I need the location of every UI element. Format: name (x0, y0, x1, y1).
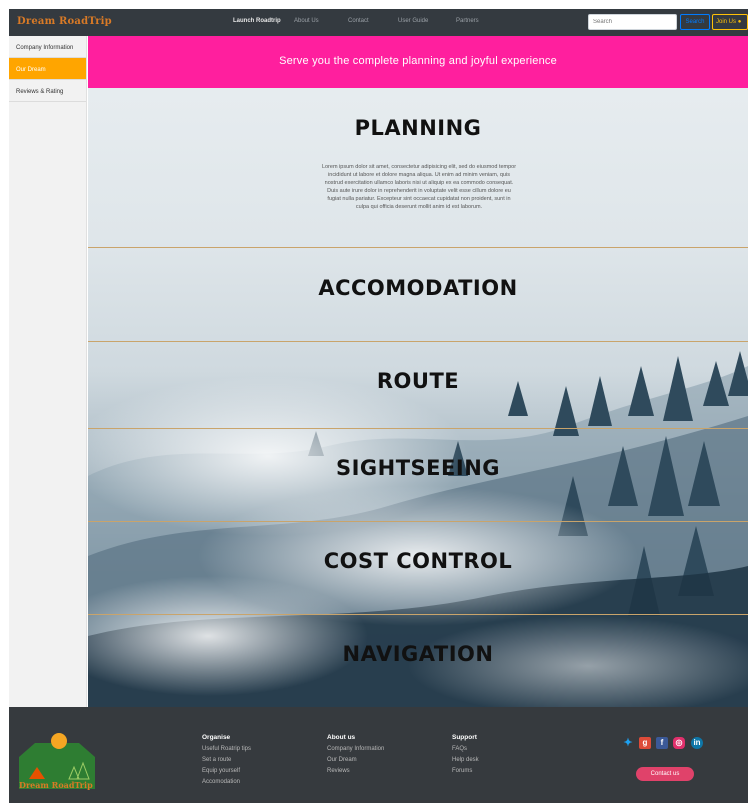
sidebar: Company Information Our Dream Reviews & … (9, 36, 87, 707)
linkedin-icon[interactable]: in (691, 737, 703, 749)
section-title-navigation: NAVIGATION (342, 642, 494, 666)
nav-link-user-guide[interactable]: User Guide (398, 18, 428, 24)
google-plus-icon[interactable]: g (639, 737, 651, 749)
section-title-accomodation: ACCOMODATION (318, 276, 518, 300)
section-title-planning: PLANNING (354, 116, 482, 140)
section-accomodation: ACCOMODATION (88, 247, 748, 341)
footer-link[interactable]: FAQs (452, 746, 467, 752)
footer-link[interactable]: Our Dream (327, 757, 357, 763)
section-planning: PLANNING Lorem ipsum dolor sit amet, con… (88, 88, 748, 247)
user-icon: ● (737, 19, 742, 25)
footer-link[interactable]: Set a route (202, 757, 231, 763)
section-title-cost-control: COST CONTROL (323, 549, 513, 573)
nav-link-launch-roadtrip[interactable]: Launch Roadtrip (233, 18, 281, 24)
contact-us-button[interactable]: Contact us (636, 767, 694, 781)
nav-link-partners[interactable]: Partners (456, 18, 479, 24)
sidebar-item-our-dream[interactable]: Our Dream (9, 58, 86, 80)
brand-logo[interactable]: Dream RoadTrip (17, 16, 112, 27)
section-sightseeing: SIGHTSEEING (88, 428, 748, 521)
nav-link-about-us[interactable]: About Us (294, 18, 319, 24)
join-us-button[interactable]: Join Us ● (712, 14, 748, 30)
footer-link[interactable]: Useful Roatrip tips (202, 746, 251, 752)
footer-link[interactable]: Accomodation (202, 779, 240, 785)
section-description: Lorem ipsum dolor sit amet, consectetur … (321, 164, 517, 210)
footer-col-title-about-us: About us (327, 734, 356, 741)
footer-link[interactable]: Equip yourself (202, 768, 240, 774)
sidebar-item-company-information[interactable]: Company Information (9, 36, 86, 58)
section-navigation: NAVIGATION (88, 614, 748, 707)
section-cost-control: COST CONTROL (88, 521, 748, 614)
hero-banner: Serve you the complete planning and joyf… (88, 36, 748, 88)
twitter-icon[interactable]: ✦ (622, 737, 634, 749)
join-us-label: Join Us (716, 19, 737, 25)
instagram-icon[interactable]: ◎ (673, 737, 685, 749)
footer-col-title-support: Support (452, 734, 477, 741)
nav-link-contact[interactable]: Contact (348, 18, 369, 24)
footer: Dream RoadTrip Organise Useful Roatrip t… (9, 707, 748, 803)
search-button[interactable]: Search (680, 14, 710, 30)
main-content: Serve you the complete planning and joyf… (88, 36, 748, 707)
section-title-route: ROUTE (376, 369, 460, 393)
footer-col-title-organise: Organise (202, 734, 231, 741)
section-route: ROUTE (88, 341, 748, 428)
section-title-sightseeing: SIGHTSEEING (335, 456, 500, 480)
footer-logo-text: Dream RoadTrip (19, 780, 93, 790)
facebook-icon[interactable]: f (656, 737, 668, 749)
footer-link[interactable]: Help desk (452, 757, 479, 763)
sidebar-item-reviews-rating[interactable]: Reviews & Rating (9, 80, 86, 102)
search-input[interactable] (588, 14, 677, 30)
footer-link[interactable]: Forums (452, 768, 472, 774)
footer-link[interactable]: Company Information (327, 746, 384, 752)
footer-link[interactable]: Reviews (327, 768, 350, 774)
banner-text: Serve you the complete planning and joyf… (279, 55, 557, 67)
